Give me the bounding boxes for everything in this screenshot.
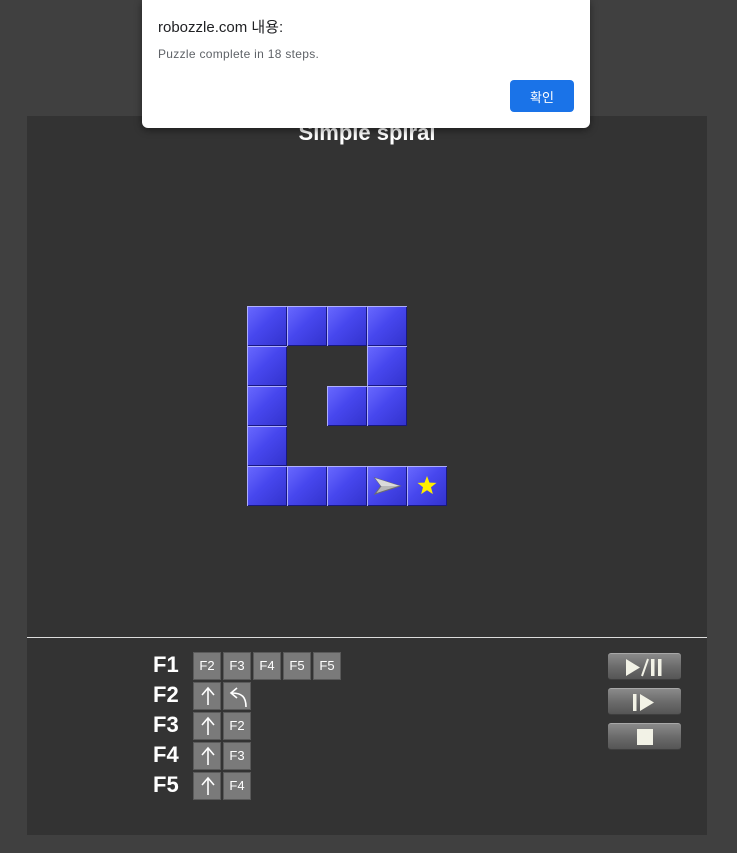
board-tile (367, 386, 407, 426)
dialog-message: Puzzle complete in 18 steps. (158, 47, 320, 61)
board-tile (287, 306, 327, 346)
command-slot[interactable]: F2 (223, 712, 251, 740)
divider (27, 637, 707, 638)
board-tile (367, 306, 407, 346)
function-label: F4 (153, 742, 179, 767)
alert-dialog: robozzle.com 내용: Puzzle complete in 18 s… (142, 0, 590, 128)
stop-button[interactable] (608, 723, 681, 750)
board-tile (327, 466, 367, 506)
function-label: F1 (153, 652, 179, 677)
command-slot[interactable]: F3 (223, 742, 251, 770)
command-slot[interactable] (223, 682, 251, 710)
forward-arrow-icon (201, 686, 215, 705)
step-icon (633, 694, 654, 711)
forward-arrow-icon (201, 716, 215, 735)
command-slot[interactable]: F2 (193, 652, 221, 680)
board-tile (367, 346, 407, 386)
stop-icon (637, 729, 653, 745)
robot-tile (367, 466, 407, 506)
board-tile (247, 386, 287, 426)
board-tile (287, 466, 327, 506)
board-tile (327, 386, 367, 426)
function-label: F2 (153, 682, 179, 707)
command-slot[interactable] (193, 742, 221, 770)
board-tile (247, 466, 287, 506)
board-tile (327, 306, 367, 346)
puzzle-board (247, 306, 447, 506)
command-slot[interactable] (193, 772, 221, 800)
play-pause-button[interactable] (608, 653, 681, 680)
dialog-origin: robozzle.com 내용: (158, 19, 284, 36)
board-tile (247, 426, 287, 466)
step-button[interactable] (608, 688, 681, 715)
star-icon (417, 476, 437, 495)
command-slot[interactable]: F3 (223, 652, 251, 680)
command-slot[interactable]: F4 (253, 652, 281, 680)
command-slot[interactable] (193, 682, 221, 710)
ok-button[interactable]: 확인 (510, 80, 574, 112)
command-slot[interactable]: F5 (283, 652, 311, 680)
command-slot[interactable] (193, 712, 221, 740)
function-label: F3 (153, 712, 179, 737)
star-tile (407, 466, 447, 506)
command-slot[interactable]: F5 (313, 652, 341, 680)
forward-arrow-icon (201, 776, 215, 795)
game-panel: Simple spiral F1 F2 F3 F4 F5 F5 F2 F3 F2 F4 F3 F5 F4 (27, 116, 707, 835)
function-label: F5 (153, 772, 179, 797)
robot-arrow-icon (373, 477, 402, 495)
board-tile (247, 306, 287, 346)
forward-arrow-icon (201, 746, 215, 765)
board-tile (247, 346, 287, 386)
play-pause-icon (626, 658, 662, 677)
command-slot[interactable]: F4 (223, 772, 251, 800)
turn-left-icon (229, 687, 247, 708)
